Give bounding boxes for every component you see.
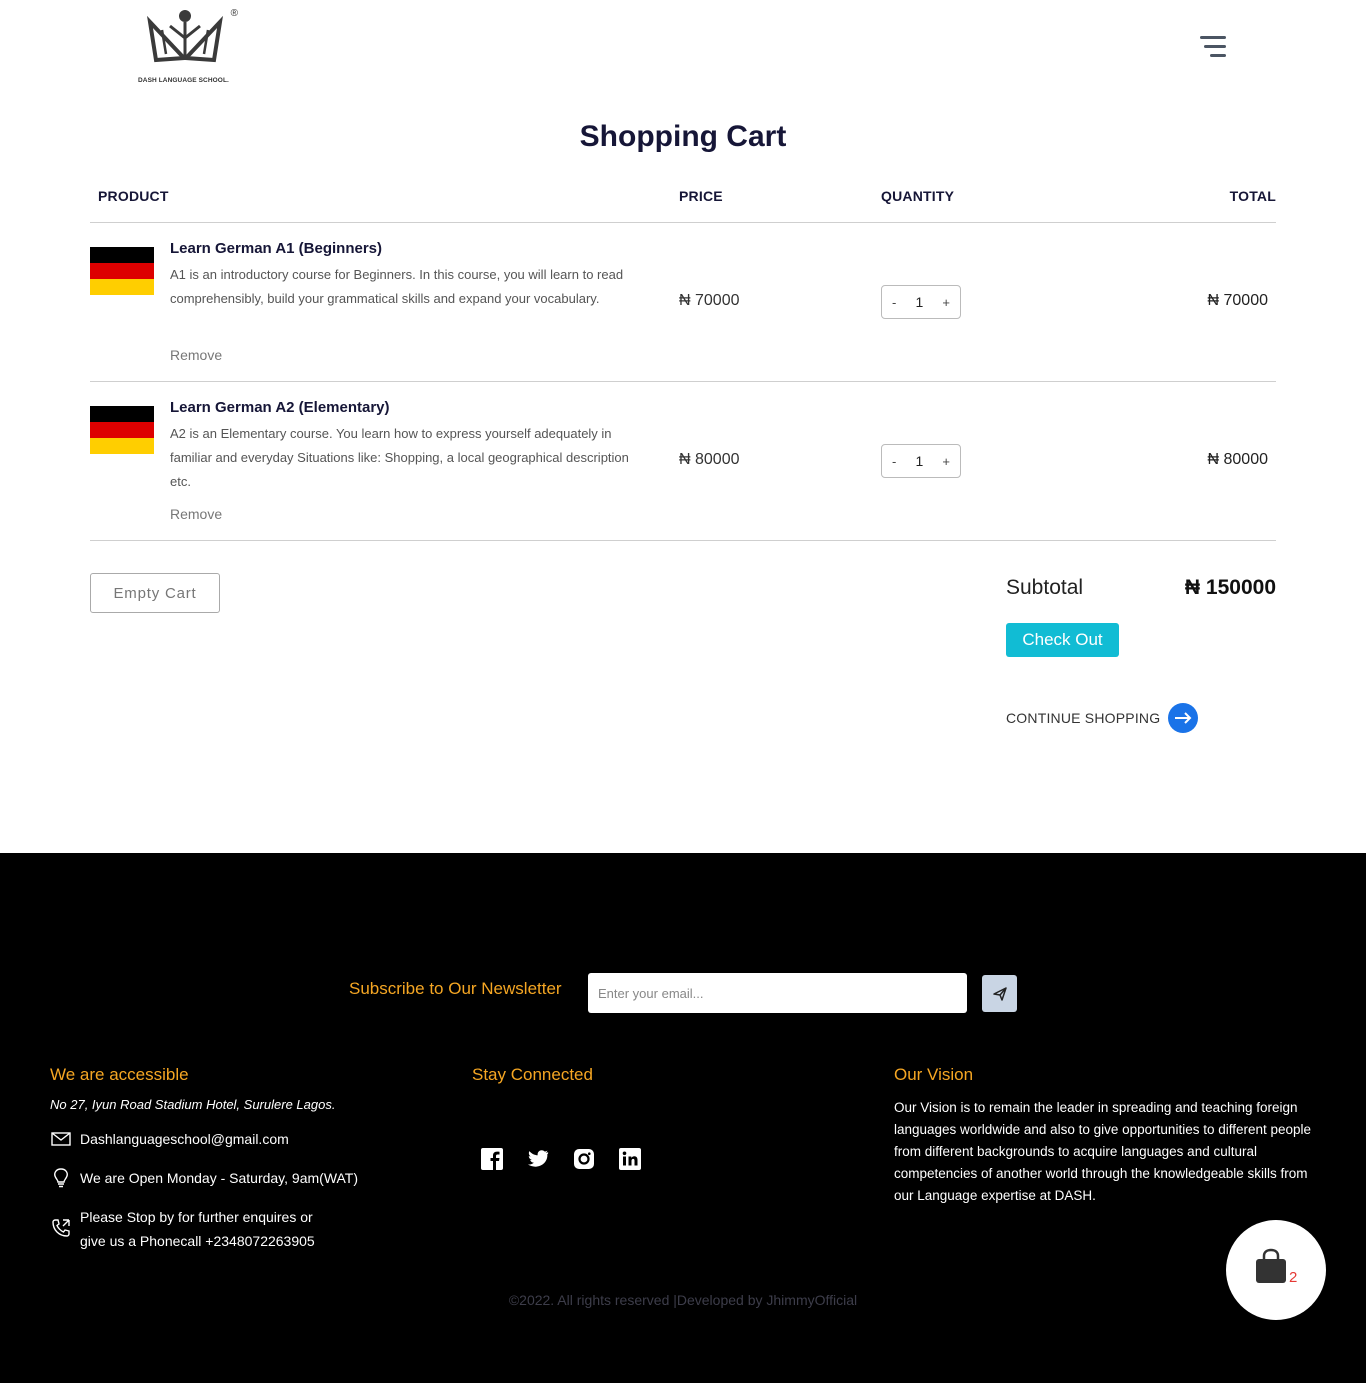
divider <box>90 540 1276 541</box>
subtotal-value: ₦ 150000 <box>1184 576 1276 599</box>
email-text: Dashlanguageschool@gmail.com <box>80 1131 289 1147</box>
empty-cart-button[interactable]: Empty Cart <box>90 573 220 613</box>
product-description: A2 is an Elementary course. You learn ho… <box>170 426 629 489</box>
twitter-icon[interactable] <box>526 1147 550 1171</box>
quantity-stepper: - 1 + <box>881 285 961 319</box>
checkout-button[interactable]: Check Out <box>1006 623 1119 657</box>
accessible-heading: We are accessible <box>50 1065 189 1084</box>
continue-shopping-label: CONTINUE SHOPPING <box>1006 710 1161 726</box>
increase-quantity-button[interactable]: + <box>942 295 950 310</box>
footer: Subscribe to Our Newsletter We are acces… <box>0 853 1366 1383</box>
vision-text: Our Vision is to remain the leader in sp… <box>894 1100 1312 1203</box>
floating-cart-button[interactable]: 2 <box>1226 1220 1326 1320</box>
newsletter-label: Subscribe to Our Newsletter <box>349 979 562 998</box>
product-price: ₦ 70000 <box>679 292 740 309</box>
newsletter-submit-button[interactable] <box>982 975 1017 1012</box>
hours-contact: We are Open Monday - Saturday, 9am(WAT) <box>50 1166 358 1190</box>
phone-contact[interactable]: Please Stop by for further enquires or g… <box>50 1205 315 1253</box>
cart-row: Learn German A1 (Beginners) A1 is an int… <box>90 223 1276 381</box>
cart-row: Learn German A2 (Elementary) A2 is an El… <box>90 382 1276 540</box>
quantity-value: 1 <box>915 453 924 469</box>
product-name[interactable]: Learn German A1 (Beginners) <box>170 240 382 257</box>
line-total: ₦ 80000 <box>1207 451 1269 468</box>
page: ® DASH LANGUAGE SCHOOL. Shopping Cart PR… <box>0 0 1366 1383</box>
remove-button[interactable]: Remove <box>170 347 222 363</box>
page-title: Shopping Cart <box>579 120 787 153</box>
phone-text-line1: Please Stop by for further enquires or <box>80 1209 313 1225</box>
cart-count-badge: 2 <box>1289 1269 1298 1286</box>
linkedin-icon[interactable] <box>618 1147 642 1171</box>
product-description: A1 is an introductory course for Beginne… <box>170 267 624 306</box>
phone-icon <box>50 1217 72 1239</box>
phone-text-line2: give us a Phonecall +2348072263905 <box>80 1233 315 1249</box>
mail-icon <box>50 1128 72 1150</box>
product-name[interactable]: Learn German A2 (Elementary) <box>170 399 390 416</box>
product-price: ₦ 80000 <box>679 451 740 468</box>
hours-text: We are Open Monday - Saturday, 9am(WAT) <box>80 1170 359 1186</box>
newsletter-email-input[interactable] <box>588 973 967 1013</box>
increase-quantity-button[interactable]: + <box>942 454 950 469</box>
column-header-quantity: QUANTITY <box>881 188 955 204</box>
arrow-right-icon <box>1168 703 1199 733</box>
decrease-quantity-button[interactable]: - <box>892 454 896 469</box>
line-total: ₦ 70000 <box>1207 292 1269 309</box>
subtotal-label: Subtotal <box>1006 576 1084 599</box>
german-flag-icon <box>90 247 154 295</box>
email-contact[interactable]: Dashlanguageschool@gmail.com <box>50 1127 289 1151</box>
registered-mark: ® <box>230 8 238 19</box>
instagram-icon[interactable] <box>572 1147 596 1171</box>
quantity-stepper: - 1 + <box>881 444 961 478</box>
send-icon <box>992 986 1007 1001</box>
hamburger-menu-icon[interactable] <box>1196 34 1226 62</box>
quantity-value: 1 <box>915 294 924 310</box>
column-header-total: TOTAL <box>1229 188 1276 204</box>
copyright-text: ©2022. All rights reserved |Developed by… <box>508 1292 858 1308</box>
remove-button[interactable]: Remove <box>170 506 222 522</box>
shopping-bag-icon <box>1256 1248 1286 1283</box>
column-header-price: PRICE <box>679 188 723 204</box>
continue-shopping-link[interactable]: CONTINUE SHOPPING <box>1006 703 1199 733</box>
lightbulb-icon <box>50 1167 72 1189</box>
stay-connected-heading: Stay Connected <box>472 1065 593 1084</box>
decrease-quantity-button[interactable]: - <box>892 295 896 310</box>
column-header-product: PRODUCT <box>98 188 169 204</box>
logo-text: DASH LANGUAGE SCHOOL. <box>138 77 229 84</box>
logo-mark-icon <box>147 10 223 63</box>
german-flag-icon <box>90 406 154 454</box>
vision-heading: Our Vision <box>894 1065 974 1084</box>
address: No 27, Iyun Road Stadium Hotel, Surulere… <box>50 1097 336 1112</box>
facebook-icon[interactable] <box>480 1147 504 1171</box>
logo[interactable]: ® DASH LANGUAGE SCHOOL. <box>136 6 242 88</box>
